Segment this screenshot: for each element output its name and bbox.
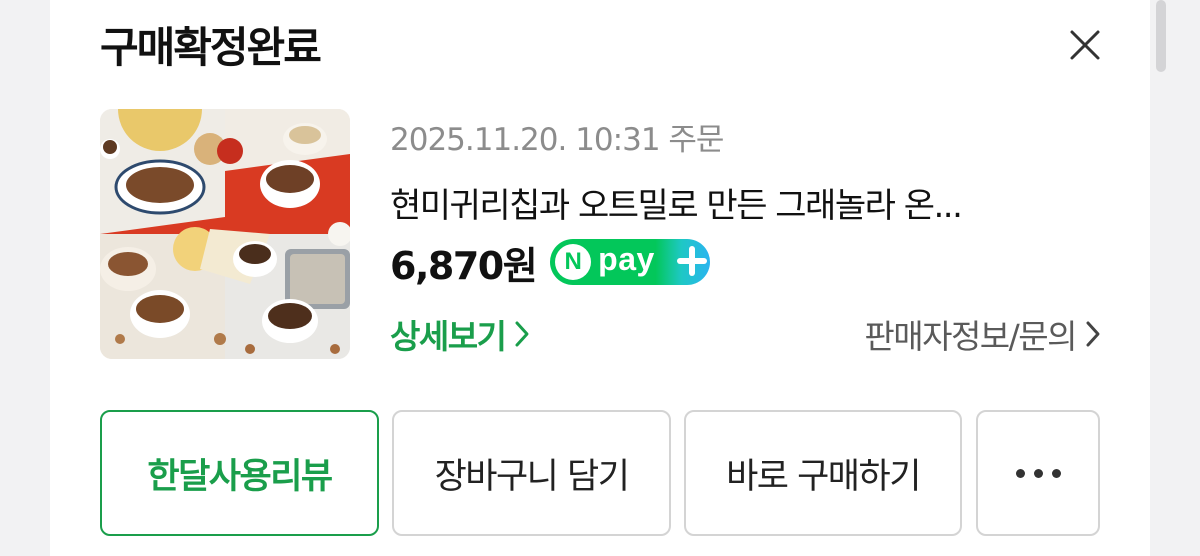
npay-label: pay <box>598 241 655 277</box>
price-row: 6,870원 N pay <box>390 236 711 288</box>
product-price: 6,870원 <box>390 243 538 288</box>
monthly-review-button[interactable]: 한달사용리뷰 <box>100 410 379 536</box>
view-details-link[interactable]: 상세보기 <box>390 310 531 358</box>
more-dots-icon <box>1015 468 1061 478</box>
close-icon <box>1070 30 1100 60</box>
chevron-right-icon <box>515 321 529 347</box>
npay-plus-badge: N pay <box>550 239 711 285</box>
granola-product-image <box>100 109 350 359</box>
view-details-label: 상세보기 <box>390 317 507 356</box>
npay-n-logo: N <box>555 244 592 280</box>
order-date: 2025.11.20. 10:31 주문 <box>390 122 724 158</box>
seller-info-inquiry-link[interactable]: 판매자정보/문의 <box>864 310 1102 358</box>
seller-info-label: 판매자정보/문의 <box>864 317 1077 356</box>
modal-title: 구매확정완료 <box>100 23 322 72</box>
more-options-button[interactable] <box>976 410 1100 536</box>
chevron-right-icon <box>1086 321 1100 347</box>
scrollbar[interactable] <box>1156 0 1166 72</box>
product-thumbnail[interactable] <box>100 109 350 359</box>
buy-now-button[interactable]: 바로 구매하기 <box>684 410 962 536</box>
product-name[interactable]: 현미귀리칩과 오트밀로 만든 그래놀라 온... <box>390 178 1110 227</box>
add-to-cart-button[interactable]: 장바구니 담기 <box>392 410 671 536</box>
plus-icon <box>677 246 708 276</box>
close-button[interactable] <box>1064 24 1106 66</box>
